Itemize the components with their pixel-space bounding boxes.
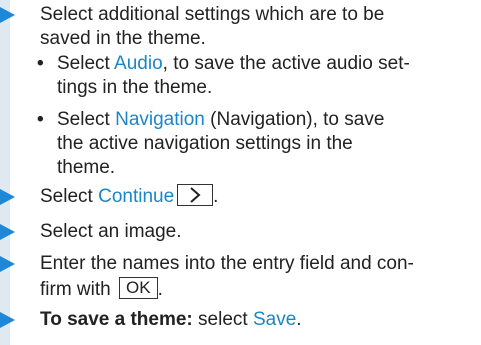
step-1-line-2: saved in the theme. — [40, 28, 206, 49]
continue-key[interactable] — [177, 183, 214, 206]
step-2-prefix: Select — [40, 186, 99, 207]
step-arrow-icon — [0, 312, 15, 328]
subitem-navigation-text: Select Navigation (Navigation), to save … — [57, 108, 475, 180]
subitem-audio-line-2: tings in the theme. — [57, 77, 213, 98]
step-5-suffix: . — [296, 309, 302, 330]
step-arrow-icon — [0, 189, 15, 205]
step-1-line-1: Select additional settings which are to … — [40, 4, 385, 25]
audio-link[interactable]: Audio — [114, 53, 163, 74]
bullet-icon: • — [37, 53, 44, 74]
step-4-line-2-prefix: firm with — [40, 279, 116, 300]
subitem-navigation-line-1: (Navigation), to save — [204, 109, 385, 130]
subitem-navigation-line-3: theme. — [57, 157, 116, 178]
navigation-link[interactable]: Navigation — [115, 109, 205, 130]
step-arrow-icon — [0, 224, 15, 240]
step-arrow-icon — [0, 256, 15, 272]
subitem-audio-line-1: , to save the active audio set- — [162, 53, 410, 74]
step-4-line-1: Enter the names into the entry field and… — [40, 253, 414, 274]
step-4-suffix: . — [157, 279, 163, 300]
subitem-navigation-line-2: the active navigation settings in the — [57, 133, 353, 154]
left-margin-band — [0, 0, 10, 345]
bullet-icon: • — [37, 109, 44, 130]
continue-link[interactable]: Continue — [98, 186, 174, 207]
save-link[interactable]: Save — [253, 309, 296, 330]
step-5-middle: select — [192, 309, 253, 330]
chevron-right-icon — [190, 187, 201, 203]
step-3-text: Select an image. — [40, 221, 182, 242]
step-arrow-icon — [0, 7, 15, 23]
step-1-text: Select additional settings which are to … — [40, 3, 475, 51]
step-5-heading: To save a theme: — [40, 309, 193, 330]
subitem-audio-text: Select Audio, to save the active audio s… — [57, 52, 475, 100]
ok-key[interactable]: OK — [119, 276, 158, 299]
instruction-page: Select additional settings which are to … — [0, 0, 481, 345]
step-2-suffix: . — [213, 186, 219, 207]
